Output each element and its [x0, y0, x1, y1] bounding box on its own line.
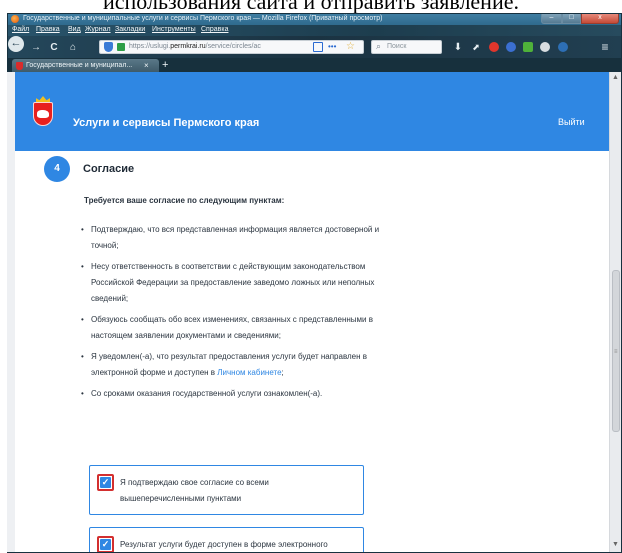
extension-icon[interactable]: ⬈ — [470, 42, 482, 53]
close-window-button[interactable]: x — [581, 14, 619, 24]
firefox-icon — [11, 15, 19, 23]
menu-bookmarks[interactable]: Закладки — [115, 26, 145, 33]
account-icon[interactable] — [558, 42, 568, 52]
tab-close-icon[interactable]: × — [144, 61, 149, 70]
window-title: Государственные и муниципальные услуги и… — [23, 15, 383, 22]
vpn-icon[interactable] — [506, 42, 516, 52]
tracking-protection-icon[interactable] — [104, 42, 113, 52]
page-header-text: использования сайта и отправить заявлени… — [102, 0, 519, 13]
bookmark-star-icon[interactable]: ☆ — [346, 41, 355, 52]
download-icon[interactable]: ⬇ — [452, 42, 464, 53]
menu-view[interactable]: Вид — [68, 26, 81, 33]
lock-icon[interactable] — [117, 43, 125, 51]
menu-history[interactable]: Журнал — [85, 26, 111, 33]
menu-file[interactable]: Файл — [12, 26, 29, 33]
menu-icon[interactable]: ≡ — [598, 41, 612, 53]
forward-icon[interactable]: → — [30, 42, 42, 53]
page-actions-icon[interactable]: ••• — [328, 42, 336, 51]
tab-active[interactable]: Государственные и муниципал... × — [12, 59, 159, 73]
tab-label: Государственные и муниципал... — [26, 62, 133, 69]
reload-icon[interactable]: C — [48, 42, 60, 53]
search-placeholder: Поиск — [387, 43, 407, 50]
menu-edit[interactable]: Правка — [36, 26, 60, 33]
search-input[interactable]: ⌕ Поиск — [371, 40, 442, 54]
window-titlebar: Государственные и муниципальные услуги и… — [8, 14, 621, 25]
minimize-button[interactable]: – — [541, 14, 562, 24]
url-bar[interactable]: https://uslugi.permkrai.ru/service/circl… — [99, 40, 364, 54]
tab-bar: Государственные и муниципал... × + — [8, 58, 621, 73]
browser-window: Государственные и муниципальные услуги и… — [7, 13, 622, 553]
downloader-icon[interactable] — [523, 42, 533, 52]
search-icon: ⌕ — [376, 41, 382, 51]
adblock-icon[interactable] — [489, 42, 499, 52]
reader-view-icon[interactable] — [313, 42, 323, 52]
privacy-icon[interactable] — [540, 42, 550, 52]
menu-bar: Файл Правка Вид Журнал Закладки Инструме… — [8, 25, 621, 36]
back-icon[interactable]: ← — [8, 36, 24, 52]
home-icon[interactable]: ⌂ — [67, 42, 79, 53]
menu-help[interactable]: Справка — [201, 26, 228, 33]
page-header-caption: использования сайта и отправить заявлени… — [0, 0, 622, 13]
tab-favicon-icon — [16, 62, 23, 70]
new-tab-button[interactable]: + — [162, 59, 168, 71]
maximize-button[interactable]: □ — [562, 14, 581, 24]
navigation-toolbar: ← → C ⌂ https://uslugi.permkrai.ru/servi… — [8, 36, 621, 58]
menu-tools[interactable]: Инструменты — [152, 26, 196, 33]
url-text[interactable]: https://uslugi.permkrai.ru/service/circl… — [129, 43, 261, 50]
